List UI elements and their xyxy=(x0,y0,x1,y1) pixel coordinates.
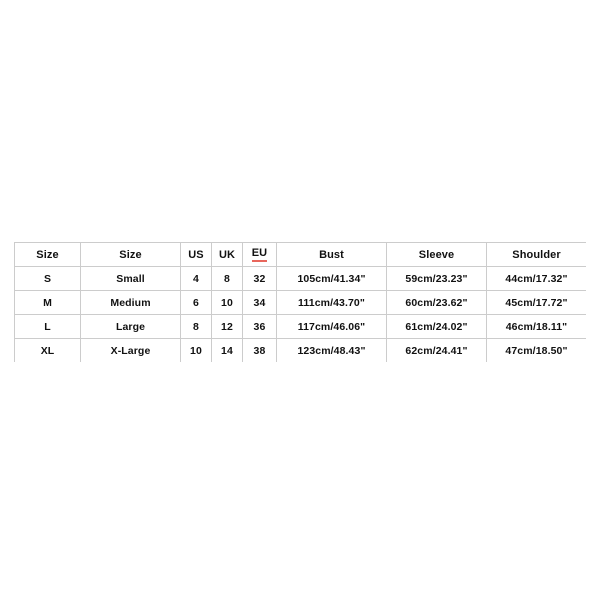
cell-us: 10 xyxy=(180,338,212,362)
cell-size-letter: XL xyxy=(14,338,81,362)
column-header-bust: Bust xyxy=(276,242,387,267)
column-header-size-word: Size xyxy=(80,242,181,267)
table-row: L Large 8 12 36 117cm/46.06" 61cm/24.02"… xyxy=(14,314,586,339)
cell-uk: 8 xyxy=(211,266,243,291)
cell-bust: 105cm/41.34" xyxy=(276,266,387,291)
cell-sleeve: 61cm/24.02" xyxy=(386,314,487,339)
column-header-sleeve: Sleeve xyxy=(386,242,487,267)
column-header-eu: EU xyxy=(242,242,277,267)
table-header-row: Size Size US UK EU Bust Sleeve Shoulder … xyxy=(14,242,586,267)
cell-uk: 10 xyxy=(211,290,243,315)
cell-bust: 117cm/46.06" xyxy=(276,314,387,339)
cell-sleeve: 60cm/23.62" xyxy=(386,290,487,315)
column-header-us: US xyxy=(180,242,212,267)
table-row: S Small 4 8 32 105cm/41.34" 59cm/23.23" … xyxy=(14,266,586,291)
cell-eu: 38 xyxy=(242,338,277,362)
cell-sleeve: 59cm/23.23" xyxy=(386,266,487,291)
table-row: M Medium 6 10 34 111cm/43.70" 60cm/23.62… xyxy=(14,290,586,315)
cell-eu: 34 xyxy=(242,290,277,315)
cell-size-word: Small xyxy=(80,266,181,291)
cell-shoulder: 45cm/17.72" xyxy=(486,290,586,315)
column-header-uk: UK xyxy=(211,242,243,267)
cell-sleeve: 62cm/24.41" xyxy=(386,338,487,362)
size-chart-container: Size Size US UK EU Bust Sleeve Shoulder … xyxy=(14,242,586,362)
cell-bust: 123cm/48.43" xyxy=(276,338,387,362)
column-header-size-letter: Size xyxy=(14,242,81,267)
cell-shoulder: 46cm/18.11" xyxy=(486,314,586,339)
cell-eu: 32 xyxy=(242,266,277,291)
cell-eu: 36 xyxy=(242,314,277,339)
column-header-shoulder: Shoulder xyxy=(486,242,586,267)
column-header-eu-label: EU xyxy=(251,248,268,262)
cell-size-word: Medium xyxy=(80,290,181,315)
cell-size-word: X-Large xyxy=(80,338,181,362)
cell-size-letter: M xyxy=(14,290,81,315)
cell-size-letter: S xyxy=(14,266,81,291)
garment-size-chart-table: Size Size US UK EU Bust Sleeve Shoulder … xyxy=(14,242,586,362)
cell-uk: 14 xyxy=(211,338,243,362)
cell-bust: 111cm/43.70" xyxy=(276,290,387,315)
cell-size-word: Large xyxy=(80,314,181,339)
table-row: XL X-Large 10 14 38 123cm/48.43" 62cm/24… xyxy=(14,338,586,362)
cell-us: 4 xyxy=(180,266,212,291)
cell-shoulder: 47cm/18.50" xyxy=(486,338,586,362)
cell-us: 6 xyxy=(180,290,212,315)
cell-shoulder: 44cm/17.32" xyxy=(486,266,586,291)
cell-us: 8 xyxy=(180,314,212,339)
cell-uk: 12 xyxy=(211,314,243,339)
cell-size-letter: L xyxy=(14,314,81,339)
